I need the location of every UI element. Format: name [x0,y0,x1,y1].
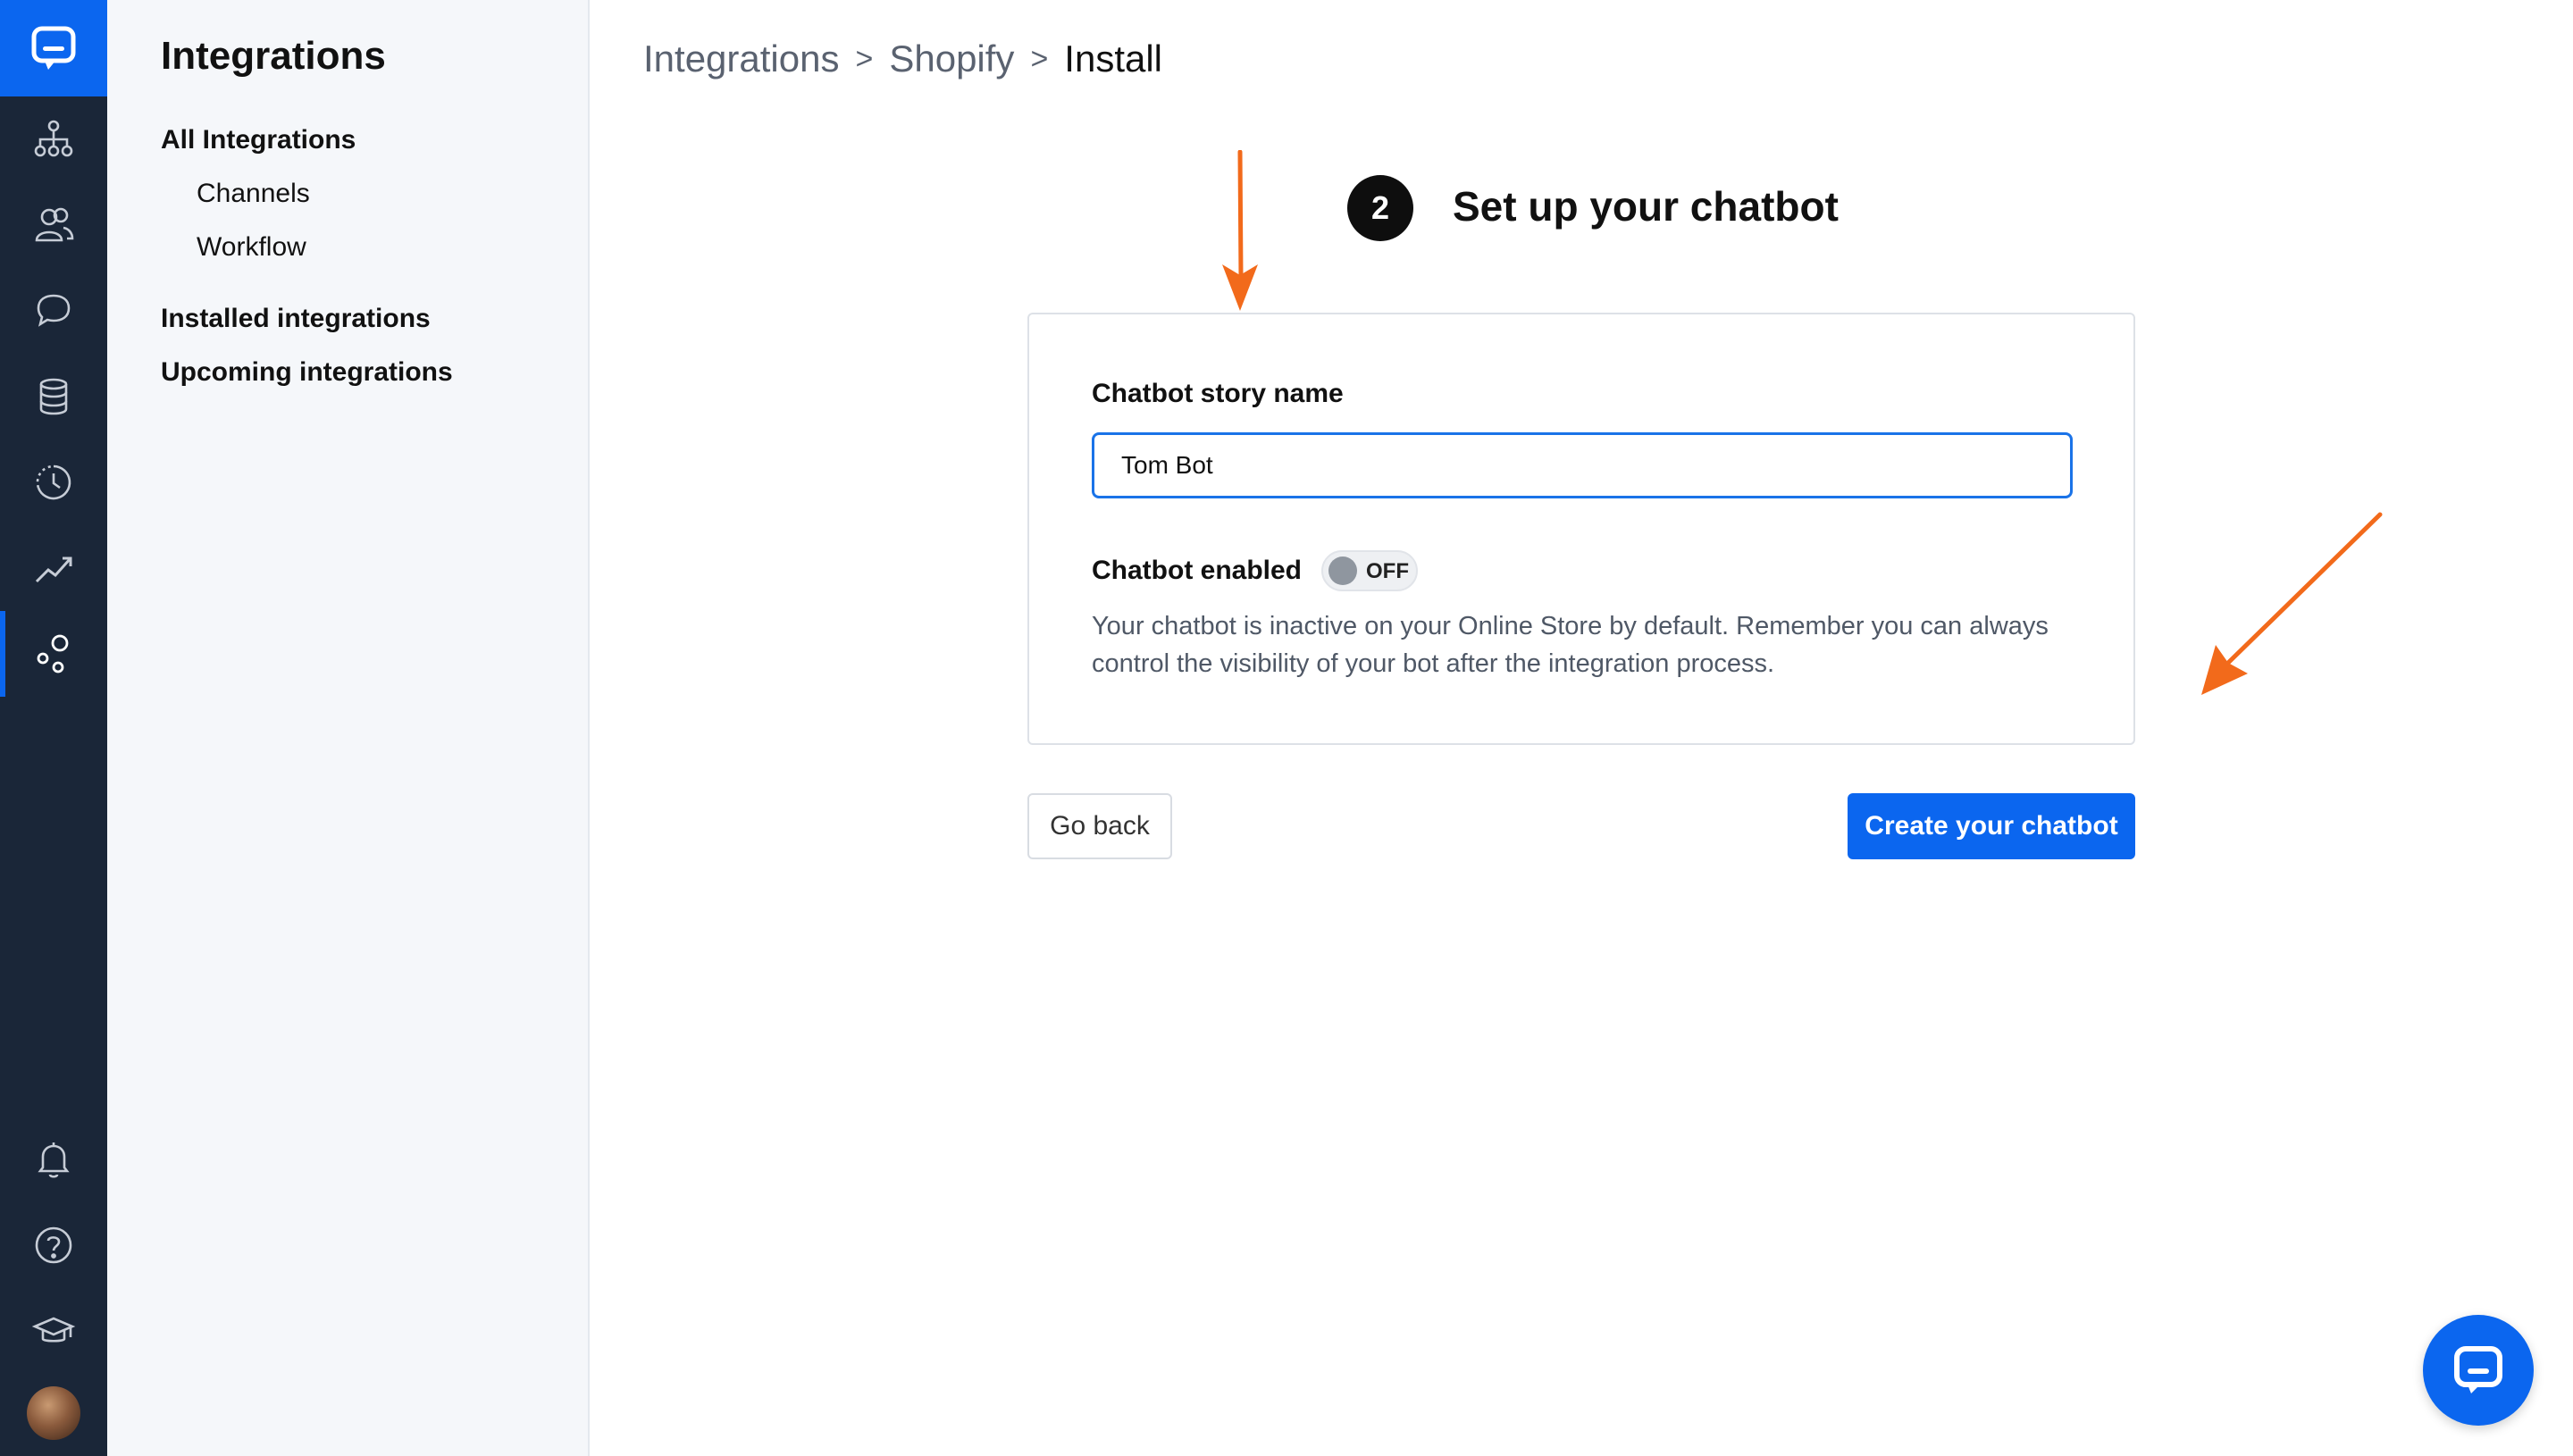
rail-item-org-chart[interactable] [0,96,107,182]
rail-item-customers[interactable] [0,182,107,268]
create-chatbot-button[interactable]: Create your chatbot [1848,793,2135,859]
rail-item-chats[interactable] [0,268,107,354]
breadcrumb-separator: > [1030,41,1049,76]
reports-icon [35,556,72,583]
breadcrumb-install: Install [1064,38,1163,79]
annotation-arrow-down [1222,150,1258,311]
rail-item-history[interactable] [0,439,107,525]
sidebar-item-workflow[interactable]: Workflow [197,232,306,263]
step-number-badge: 2 [1347,175,1413,241]
sidebar-item-all-integrations[interactable]: All Integrations [161,125,356,155]
notifications-icon [38,1142,70,1178]
step-title: Set up your chatbot [1453,183,1839,230]
customers-icon [35,207,74,242]
breadcrumb: Integrations > Shopify > Install [643,38,1162,80]
toggle-knob [1328,556,1358,585]
toggle-state-text: OFF [1366,559,1410,583]
annotation-arrow-diagonal [2201,512,2383,695]
rail-item-academy[interactable] [0,1288,107,1374]
chat-logo-icon [31,26,76,70]
help-icon [35,1226,72,1264]
rail-item-help[interactable] [0,1202,107,1288]
integrations-icon [37,634,69,674]
org-chart-icon [34,120,73,157]
rail-item-integrations[interactable] [0,611,107,697]
app-logo-icon[interactable] [0,0,107,96]
chatbot-name-input[interactable] [1092,432,2073,498]
chat-widget-button[interactable] [2423,1315,2534,1426]
chatbot-enabled-toggle[interactable]: OFF [1321,550,1419,591]
academy-icon [31,1317,76,1343]
go-back-button[interactable]: Go back [1027,793,1172,859]
main-nav-rail [0,0,107,1456]
integrations-sidebar: Integrations All Integrations Channels W… [107,0,590,1456]
sidebar-item-installed-integrations[interactable]: Installed integrations [161,304,431,334]
user-avatar[interactable] [27,1386,80,1440]
history-icon [36,464,71,500]
breadcrumb-separator: > [855,41,874,76]
chatbot-enabled-row: Chatbot enabled OFF [1092,550,1419,591]
chatbot-help-text: Your chatbot is inactive on your Online … [1092,612,2049,678]
chatbot-enabled-label: Chatbot enabled [1092,556,1303,585]
chats-icon [37,294,71,327]
rail-item-reports[interactable] [0,525,107,611]
rail-item-archives[interactable] [0,354,107,439]
archives-icon [39,378,68,415]
sidebar-item-channels[interactable]: Channels [197,179,310,209]
chatbot-setup-card: Chatbot story name Chatbot enabled OFF Y… [1027,313,2135,745]
rail-item-notifications[interactable] [0,1117,107,1202]
sidebar-title: Integrations [161,34,386,78]
breadcrumb-integrations[interactable]: Integrations [643,38,839,80]
sidebar-item-upcoming-integrations[interactable]: Upcoming integrations [161,357,453,388]
chat-bubble-icon [2454,1346,2502,1393]
breadcrumb-shopify[interactable]: Shopify [889,38,1014,80]
chatbot-name-label: Chatbot story name [1092,379,1344,408]
